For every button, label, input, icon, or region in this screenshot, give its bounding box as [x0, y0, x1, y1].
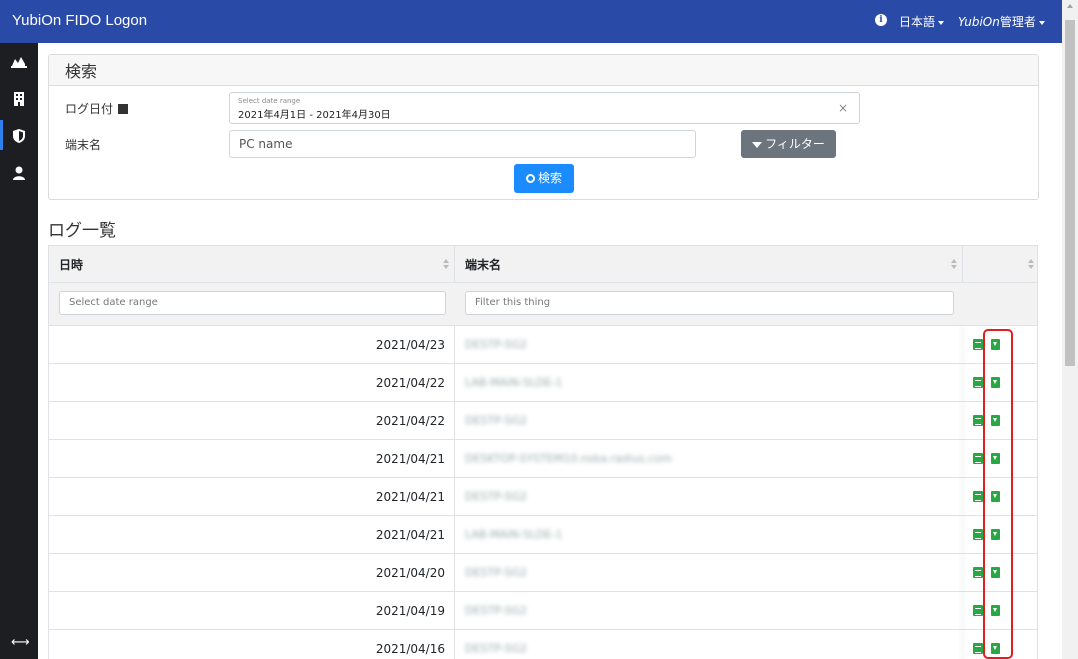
column-header-pc-name[interactable]: 端末名: [455, 246, 963, 284]
csv-file-icon[interactable]: [973, 415, 983, 426]
table-row: 2021/04/19 DESTP-SG2: [48, 592, 1038, 630]
table-header: 日時 端末名: [48, 245, 1039, 284]
csv-file-icon[interactable]: [973, 339, 983, 350]
search-icon: [525, 174, 535, 183]
date-label: ログ日付: [65, 100, 129, 117]
search-title: 検索: [65, 62, 98, 81]
csv-file-icon[interactable]: [973, 377, 983, 388]
row-pc-name: DESTP-SG2: [455, 478, 963, 516]
date-range-small-label: Select date range: [238, 97, 301, 105]
user-menu[interactable]: YubiOn管理者: [958, 13, 1045, 30]
pc-name-input[interactable]: PC name: [229, 130, 696, 158]
csv-file-icon[interactable]: [973, 643, 983, 654]
row-pc-name: DESTP-SG2: [455, 326, 963, 364]
calendar-icon: [118, 104, 129, 114]
row-pc-name: DESTP-SG2: [455, 630, 963, 659]
log-list-title: ログ一覧: [48, 221, 116, 241]
csv-file-icon[interactable]: [973, 529, 983, 540]
filter-button[interactable]: フィルター: [741, 130, 836, 158]
user-icon: [13, 166, 25, 180]
language-label: 日本語: [899, 15, 936, 29]
row-date: 2021/04/21: [49, 516, 455, 554]
csv-file-icon[interactable]: [973, 491, 983, 502]
search-card: 検索 ログ日付 Select date range 2021年4月1日 - 20…: [48, 54, 1039, 200]
row-pc-name: LAB-MAIN-SLDE-1: [455, 516, 963, 554]
date-filter-input[interactable]: Select date range: [59, 291, 446, 315]
clear-icon[interactable]: ×: [838, 101, 848, 115]
scrollbar[interactable]: [1062, 0, 1078, 659]
table-row: 2021/04/21 LAB-MAIN-SLDE-1: [48, 516, 1038, 554]
filter-icon: [752, 142, 763, 148]
table-filter-row: Select date range Filter this thing: [48, 283, 1038, 326]
date-range-picker[interactable]: Select date range 2021年4月1日 - 2021年4月30日…: [229, 92, 860, 124]
brand-title[interactable]: YubiOn FIDO Logon: [12, 12, 147, 29]
sort-icon[interactable]: [1028, 259, 1034, 269]
table-row: 2021/04/22 LAB-MAIN-SLDE-1: [48, 364, 1038, 402]
caret-down-icon: [938, 20, 945, 25]
csv-file-icon[interactable]: [973, 453, 983, 464]
sidebar-item-users[interactable]: [0, 157, 38, 187]
row-pc-name: DESTP-SG2: [455, 592, 963, 630]
row-date: 2021/04/23: [49, 326, 455, 364]
row-date: 2021/04/19: [49, 592, 455, 630]
info-icon[interactable]: i: [875, 14, 887, 26]
table-row: 2021/04/21 DESKTOP-SYSTEM10.nsba.radius.…: [48, 440, 1038, 478]
date-range-value: 2021年4月1日 - 2021年4月30日: [238, 110, 391, 121]
scroll-up-icon[interactable]: [1067, 4, 1073, 8]
user-role: 管理者: [999, 15, 1036, 29]
chart-icon: [11, 57, 27, 68]
row-date: 2021/04/21: [49, 440, 455, 478]
sort-icon[interactable]: [951, 259, 957, 269]
row-date: 2021/04/22: [49, 364, 455, 402]
table-row: 2021/04/23 DESTP-SG2: [48, 326, 1038, 364]
csv-file-icon[interactable]: [973, 605, 983, 616]
table-row: 2021/04/21 DESTP-SG2: [48, 478, 1038, 516]
row-pc-name: DESTP-SG2: [455, 554, 963, 592]
column-header-actions[interactable]: [963, 246, 1039, 284]
building-icon: [14, 92, 24, 106]
sidebar-item-security[interactable]: [0, 120, 38, 150]
scroll-thumb[interactable]: [1065, 20, 1075, 366]
pc-filter-input[interactable]: Filter this thing: [465, 291, 954, 315]
row-date: 2021/04/22: [49, 402, 455, 440]
sidebar-item-dashboard[interactable]: [0, 46, 38, 76]
search-button[interactable]: 検索: [514, 164, 574, 193]
user-brand: YubiOn: [958, 15, 1000, 29]
search-card-header: [49, 55, 1038, 86]
row-date: 2021/04/16: [49, 630, 455, 659]
download-column-highlight: [983, 329, 1013, 659]
top-navbar: YubiOn FIDO Logon i 日本語 YubiOn管理者: [0, 0, 1062, 43]
language-menu[interactable]: 日本語: [899, 13, 945, 30]
table-row: 2021/04/20 DESTP-SG2: [48, 554, 1038, 592]
row-pc-name: DESTP-SG2: [455, 402, 963, 440]
row-date: 2021/04/20: [49, 554, 455, 592]
table-row: 2021/04/16 DESTP-SG2: [48, 630, 1038, 659]
shield-icon: [13, 129, 25, 143]
pc-name-label: 端末名: [65, 138, 102, 152]
row-date: 2021/04/21: [49, 478, 455, 516]
caret-down-icon: [1038, 20, 1045, 25]
sidebar: ⟷: [0, 43, 38, 659]
row-pc-name: LAB-MAIN-SLDE-1: [455, 364, 963, 402]
column-header-datetime[interactable]: 日時: [49, 246, 455, 284]
table-row: 2021/04/22 DESTP-SG2: [48, 402, 1038, 440]
expand-arrows-icon[interactable]: ⟷: [11, 635, 30, 650]
sidebar-item-organization[interactable]: [0, 83, 38, 113]
csv-file-icon[interactable]: [973, 567, 983, 578]
sort-icon[interactable]: [443, 259, 449, 269]
row-pc-name: DESKTOP-SYSTEM10.nsba.radius.com: [455, 440, 963, 478]
